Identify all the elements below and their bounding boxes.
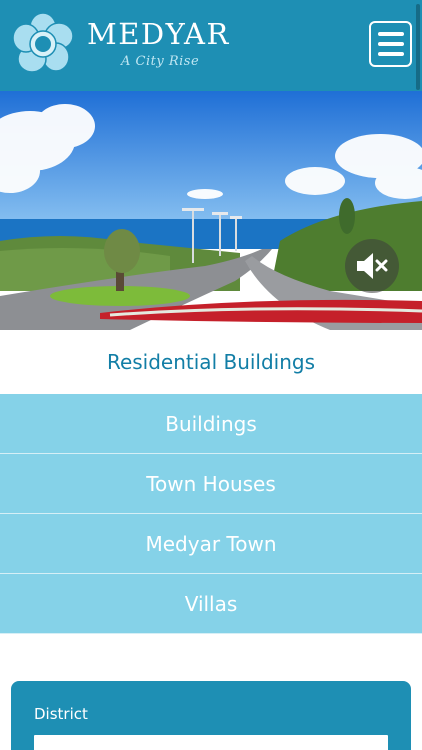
category-item-villas[interactable]: Villas: [0, 574, 422, 634]
category-item-town-houses[interactable]: Town Houses: [0, 454, 422, 514]
hamburger-menu-icon[interactable]: [369, 21, 412, 67]
section-title: Residential Buildings: [0, 330, 422, 394]
scrollbar[interactable]: [416, 4, 420, 90]
category-item-buildings[interactable]: Buildings: [0, 394, 422, 454]
search-filter-card: District: [11, 681, 411, 750]
volume-mute-icon[interactable]: [345, 239, 399, 293]
brand-tagline: A City Rise: [121, 54, 200, 69]
district-label: District: [34, 705, 88, 723]
coastal-road-illustration: [0, 91, 422, 330]
category-list: Buildings Town Houses Medyar Town Villas: [0, 394, 422, 634]
district-field[interactable]: [34, 735, 388, 750]
hero-image: [0, 91, 422, 330]
flower-logo-icon: [12, 13, 74, 73]
app-header: MEDYAR A City Rise: [0, 0, 422, 91]
category-item-medyar-town[interactable]: Medyar Town: [0, 514, 422, 574]
brand-name: MEDYAR: [87, 17, 230, 51]
